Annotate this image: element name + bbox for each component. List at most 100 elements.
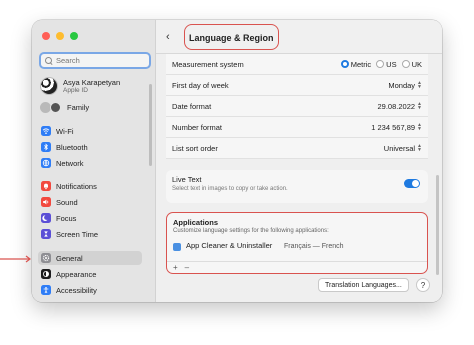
sidebar-item-screen-time[interactable]: Screen Time	[38, 227, 142, 241]
measurement-radio-group: Metric US UK	[340, 59, 422, 69]
sidebar-item-label: General	[56, 253, 83, 263]
live-text-toggle[interactable]	[404, 179, 420, 188]
family-label: Family	[67, 103, 90, 112]
page-title: Language & Region	[189, 32, 274, 43]
updown-chevron-icon: ▲ ▼	[417, 143, 422, 153]
radio-label: Metric	[350, 59, 372, 69]
first-day-row: First day of week Monday ▲ ▼	[166, 75, 428, 96]
measurement-label: Measurement system	[172, 59, 244, 69]
sidebar-scrollbar[interactable]	[149, 84, 152, 166]
sidebar-item-accessibility[interactable]: Accessibility	[38, 283, 142, 297]
updown-chevron-icon: ▲ ▼	[417, 122, 422, 132]
user-subtitle: Apple ID	[63, 86, 88, 94]
live-text-card: Live Text Select text in images to copy …	[166, 170, 428, 203]
first-day-select[interactable]: Monday ▲ ▼	[388, 81, 422, 90]
sidebar-item-label: Network	[56, 158, 84, 168]
radio-selected-icon	[340, 60, 349, 68]
sidebar-item-general[interactable]: General	[38, 251, 142, 265]
date-format-label: Date format	[172, 101, 212, 111]
sidebar-item-bluetooth[interactable]: Bluetooth	[38, 140, 142, 154]
help-button[interactable]: ?	[416, 278, 430, 292]
sidebar-item-notifications[interactable]: Notifications	[38, 179, 142, 193]
list-sort-select[interactable]: Universal ▲ ▼	[384, 144, 422, 153]
measurement-row: Measurement system Metric US UK	[166, 54, 428, 75]
date-format-value: 29.08.2022	[377, 101, 416, 111]
list-item[interactable]: App Cleaner & Uninstaller Français — Fre…	[173, 241, 421, 261]
first-day-value: Monday	[388, 80, 416, 90]
applications-subtitle: Customize language settings for the foll…	[173, 228, 329, 234]
family-avatar	[50, 102, 61, 113]
radio-us[interactable]: US	[376, 59, 397, 69]
screenshot: Asya Karapetyan Apple ID Family Wi-Fi	[0, 0, 474, 345]
bell-icon	[41, 181, 51, 191]
search-input[interactable]	[56, 56, 146, 65]
number-format-value: 1 234 567,89	[371, 122, 416, 132]
sidebar-item-appearance[interactable]: Appearance	[38, 267, 142, 281]
date-format-row: Date format 29.08.2022 ▲ ▼	[166, 96, 428, 117]
sidebar-item-wifi[interactable]: Wi-Fi	[38, 124, 142, 138]
user-text: Asya Karapetyan Apple ID	[63, 78, 120, 95]
add-button[interactable]: +	[173, 263, 178, 272]
app-name: App Cleaner & Uninstaller	[186, 241, 273, 250]
radio-label: US	[386, 59, 397, 69]
sidebar-item-focus[interactable]: Focus	[38, 211, 142, 225]
search-icon	[45, 56, 53, 65]
user-account[interactable]: Asya Karapetyan Apple ID	[40, 77, 120, 95]
translation-languages-button[interactable]: Translation Languages...	[318, 278, 409, 292]
list-sort-label: List sort order	[172, 143, 218, 153]
arrow-annotation-icon	[0, 255, 31, 263]
number-format-select[interactable]: 1 234 567,89 ▲ ▼	[371, 123, 422, 132]
close-button[interactable]	[42, 32, 50, 40]
hourglass-icon	[41, 229, 51, 239]
updown-chevron-icon: ▲ ▼	[417, 80, 422, 90]
sidebar-item-label: Sound	[56, 197, 78, 207]
sidebar-item-label: Focus	[56, 213, 77, 223]
sidebar-item-label: Notifications	[56, 181, 97, 191]
speaker-icon	[41, 197, 51, 207]
sidebar: Asya Karapetyan Apple ID Family Wi-Fi	[32, 20, 156, 302]
radio-uk[interactable]: UK	[401, 59, 422, 69]
window-controls	[42, 32, 78, 40]
number-format-row: Number format 1 234 567,89 ▲ ▼	[166, 117, 428, 138]
applications-title: Applications	[173, 218, 219, 227]
radio-label: UK	[411, 59, 422, 69]
sidebar-item-sound[interactable]: Sound	[38, 195, 142, 209]
live-text-title: Live Text	[172, 175, 202, 184]
list-sort-row: List sort order Universal ▲ ▼	[166, 138, 428, 159]
settings-window: Asya Karapetyan Apple ID Family Wi-Fi	[32, 20, 442, 302]
list-sort-value: Universal	[383, 143, 416, 153]
applications-card: Applications Customize language settings…	[166, 212, 428, 274]
radio-icon	[401, 60, 410, 68]
zoom-button[interactable]	[70, 32, 78, 40]
wifi-icon	[41, 126, 51, 136]
sidebar-item-network[interactable]: Network	[38, 156, 142, 170]
user-name: Asya Karapetyan	[63, 77, 121, 87]
back-chevron-icon[interactable]: ‹	[166, 31, 178, 43]
search-field[interactable]	[39, 52, 151, 69]
app-icon	[173, 243, 181, 251]
first-day-label: First day of week	[172, 80, 229, 90]
sidebar-item-label: Wi-Fi	[56, 126, 74, 136]
radio-icon	[376, 60, 385, 68]
family-item[interactable]: Family	[40, 102, 89, 113]
gear-icon	[41, 253, 51, 263]
sidebar-item-label: Appearance	[56, 269, 97, 279]
divider	[167, 261, 427, 262]
accessibility-icon	[41, 285, 51, 295]
date-format-select[interactable]: 29.08.2022 ▲ ▼	[378, 102, 423, 111]
remove-button[interactable]: –	[185, 263, 189, 272]
radio-metric[interactable]: Metric	[340, 59, 372, 69]
moon-icon	[41, 213, 51, 223]
main-scrollbar[interactable]	[436, 175, 439, 275]
minimize-button[interactable]	[56, 32, 64, 40]
title-highlight: Language & Region	[184, 23, 279, 50]
live-text-subtitle: Select text in images to copy or take ac…	[172, 186, 288, 192]
sidebar-item-label: Accessibility	[56, 285, 97, 295]
updown-chevron-icon: ▲ ▼	[417, 101, 422, 111]
toolbar: ‹ Language & Region	[156, 20, 442, 54]
app-language: Français — French	[284, 243, 344, 250]
sidebar-item-label: Screen Time	[56, 229, 99, 239]
applications-toolbar: + –	[173, 263, 189, 272]
sidebar-item-label: Bluetooth	[56, 142, 88, 152]
appearance-icon	[41, 269, 51, 279]
